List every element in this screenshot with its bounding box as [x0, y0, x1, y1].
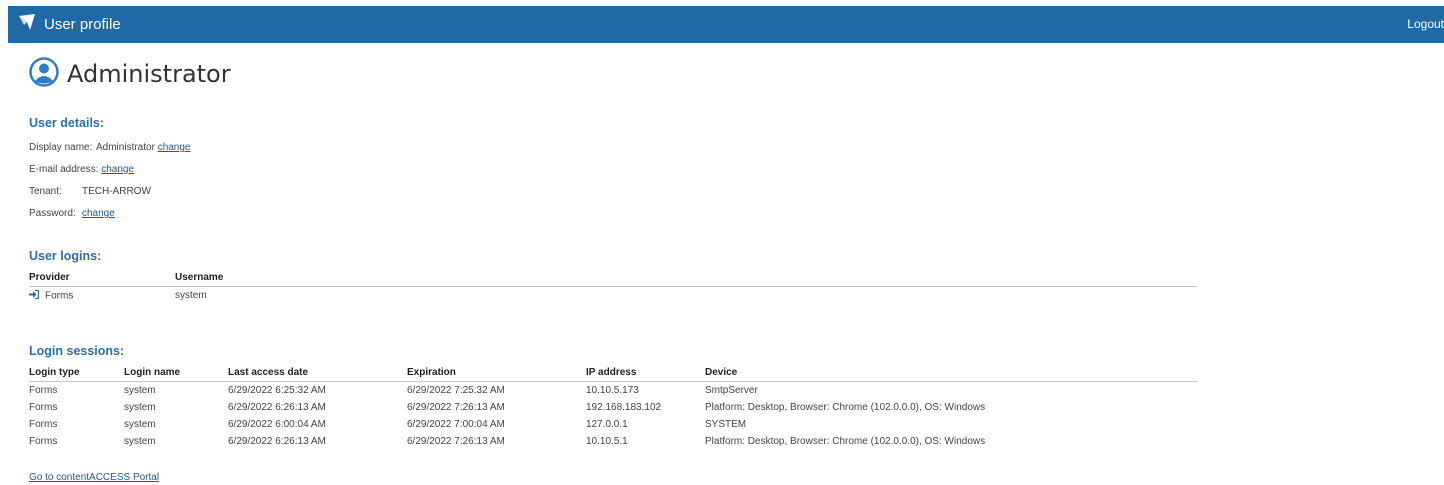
- session-last-access: 6/29/2022 6:00:04 AM: [228, 419, 326, 430]
- column-header-provider: Provider: [29, 268, 175, 287]
- table-row: Forms system 6/29/2022 6:26:13 AM 6/29/2…: [29, 399, 1197, 416]
- table-row: Forms system 6/29/2022 6:25:32 AM 6/29/2…: [29, 382, 1197, 400]
- column-header-login-name: Login name: [124, 363, 228, 382]
- login-provider: Forms: [45, 290, 74, 302]
- table-row: Forms system: [29, 287, 1197, 305]
- display-name-row: Display name: Administrator change: [29, 141, 191, 163]
- tenant-label: Tenant:: [29, 186, 62, 197]
- change-email-link[interactable]: change: [101, 164, 134, 175]
- session-login-name: system: [124, 385, 156, 396]
- app-logo-icon: [18, 13, 36, 36]
- session-login-type: Forms: [29, 436, 58, 447]
- session-expiration: 6/29/2022 7:26:13 AM: [407, 402, 505, 413]
- login-username: system: [175, 290, 207, 301]
- table-header-row: Provider Username: [29, 268, 1197, 287]
- column-header-device: Device: [705, 363, 1197, 382]
- session-ip-address: 10.10.5.173: [586, 385, 639, 396]
- brand: User profile: [18, 6, 121, 43]
- user-logins-heading: User logins:: [29, 249, 102, 263]
- session-device: SYSTEM: [705, 419, 747, 430]
- column-header-last-access-date: Last access date: [228, 363, 407, 382]
- login-provider-cell: Forms: [29, 287, 175, 305]
- session-last-access: 6/29/2022 6:25:32 AM: [228, 385, 326, 396]
- session-login-name: system: [124, 436, 156, 447]
- session-login-name: system: [124, 402, 156, 413]
- session-login-type: Forms: [29, 385, 58, 396]
- email-label: E-mail address:: [29, 164, 99, 175]
- user-avatar-icon: [29, 56, 59, 92]
- table-row: Forms system 6/29/2022 6:00:04 AM 6/29/2…: [29, 416, 1197, 433]
- sign-in-icon: [29, 289, 40, 302]
- change-password-link[interactable]: change: [82, 208, 115, 219]
- session-ip-address: 10.10.5.1: [586, 436, 628, 447]
- display-name-label: Display name:: [29, 142, 93, 153]
- session-expiration: 6/29/2022 7:26:13 AM: [407, 436, 505, 447]
- session-expiration: 6/29/2022 7:00:04 AM: [407, 419, 505, 430]
- table-header-row: Login type Login name Last access date E…: [29, 363, 1197, 382]
- user-details: Display name: Administrator change E-mail…: [29, 141, 191, 229]
- go-to-portal-link[interactable]: Go to contentACCESS Portal: [29, 472, 159, 483]
- login-sessions-heading: Login sessions:: [29, 344, 125, 358]
- profile-header: Administrator: [29, 56, 1209, 92]
- session-device: Platform: Desktop, Browser: Chrome (102.…: [705, 436, 986, 447]
- session-last-access: 6/29/2022 6:26:13 AM: [228, 436, 326, 447]
- session-device: SmtpServer: [705, 385, 758, 396]
- table-row: Forms system 6/29/2022 6:26:13 AM 6/29/2…: [29, 433, 1197, 450]
- page-title: Administrator: [67, 60, 231, 88]
- session-expiration: 6/29/2022 7:25:32 AM: [407, 385, 505, 396]
- session-ip-address: 127.0.0.1: [586, 419, 628, 430]
- session-ip-address: 192.168.183.102: [586, 402, 662, 413]
- user-logins-table: Provider Username Forms system: [29, 268, 1197, 304]
- session-login-type: Forms: [29, 402, 58, 413]
- tenant-value: TECH-ARROW: [82, 186, 151, 197]
- main-content: Administrator User details: Display name…: [29, 56, 1209, 483]
- email-row: E-mail address: change: [29, 163, 191, 185]
- password-label: Password:: [29, 208, 76, 219]
- change-display-name-link[interactable]: change: [158, 142, 191, 153]
- column-header-ip-address: IP address: [586, 363, 705, 382]
- column-header-expiration: Expiration: [407, 363, 586, 382]
- user-details-heading: User details:: [29, 116, 105, 130]
- password-row: Password: change: [29, 207, 191, 229]
- session-last-access: 6/29/2022 6:26:13 AM: [228, 402, 326, 413]
- column-header-login-type: Login type: [29, 363, 124, 382]
- display-name-value: Administrator: [96, 142, 155, 153]
- tenant-row: Tenant: TECH-ARROW: [29, 185, 191, 207]
- logout-link[interactable]: Logout: [1407, 6, 1444, 43]
- column-header-username: Username: [175, 268, 1197, 287]
- top-bar: User profile Logout: [8, 6, 1444, 43]
- app-title: User profile: [44, 16, 121, 33]
- session-login-name: system: [124, 419, 156, 430]
- session-login-type: Forms: [29, 419, 58, 430]
- login-sessions-table: Login type Login name Last access date E…: [29, 363, 1197, 450]
- session-device: Platform: Desktop, Browser: Chrome (102.…: [705, 402, 986, 413]
